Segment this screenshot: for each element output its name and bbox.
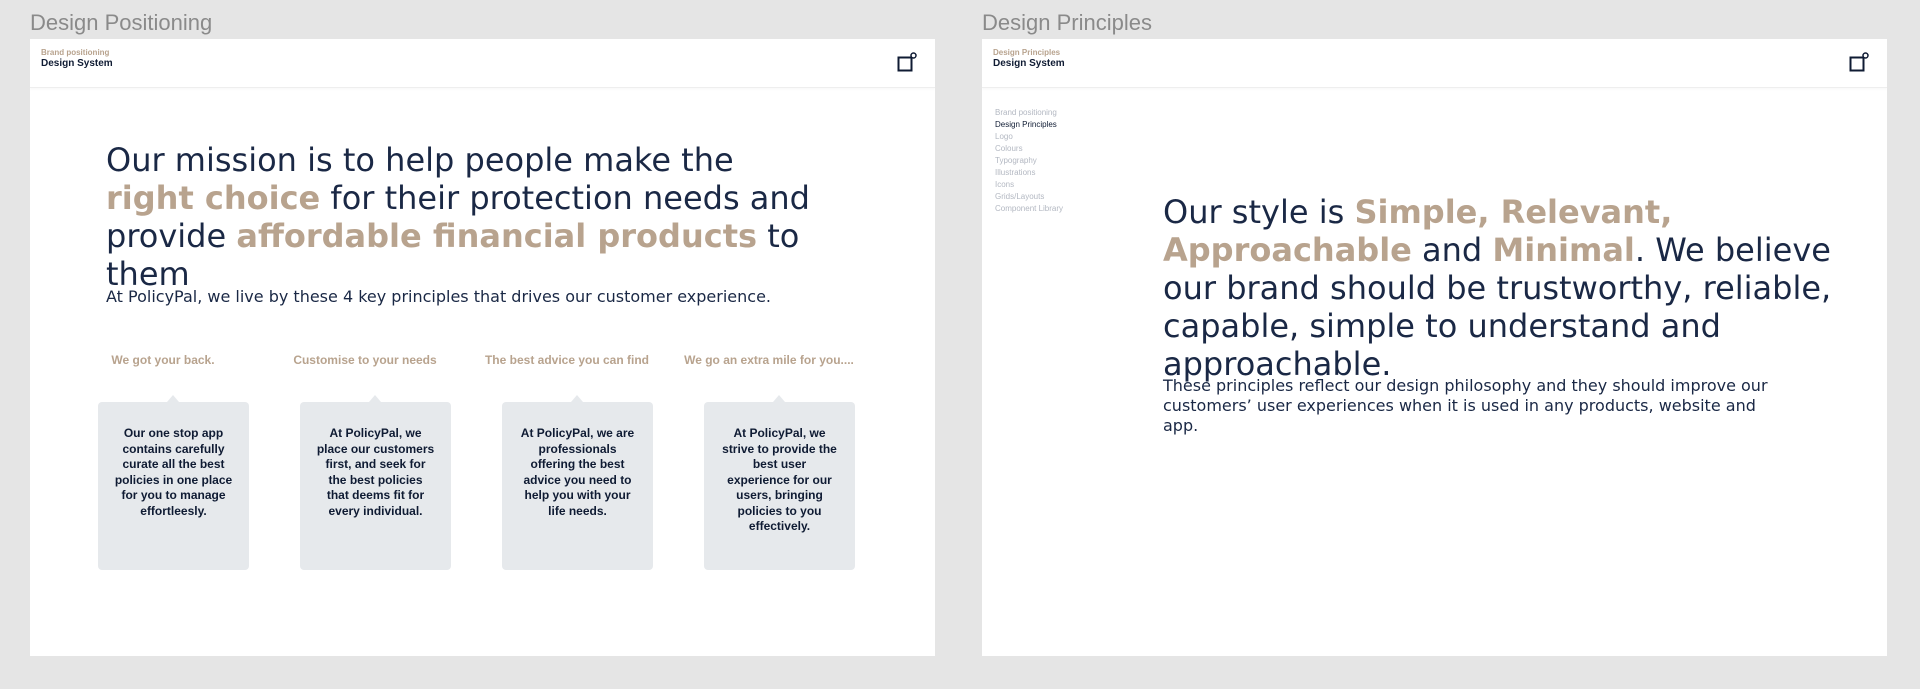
nav-item-typography[interactable]: Typography xyxy=(995,155,1063,167)
style-statement: Our style is Simple, Relevant, Approacha… xyxy=(1163,193,1832,383)
expand-window-icon[interactable] xyxy=(897,52,917,72)
style-accent-minimal: Minimal xyxy=(1492,231,1635,269)
principle-card: Our one stop app contains carefully cura… xyxy=(98,395,249,570)
mission-statement: Our mission is to help people make the r… xyxy=(106,141,810,293)
principle-card-text: At PolicyPal, we strive to provide the b… xyxy=(722,426,837,533)
principle-card-text: Our one stop app contains carefully cura… xyxy=(114,426,233,518)
header-subtitle: Brand positioning xyxy=(41,48,110,57)
frame-title-design-principles[interactable]: Design Principles xyxy=(982,10,1152,36)
nav-item-brand-positioning[interactable]: Brand positioning xyxy=(995,107,1063,119)
nav-item-design-principles[interactable]: Design Principles xyxy=(995,119,1063,131)
frame-design-principles: Design Principles Design System Brand po… xyxy=(982,39,1887,656)
nav-item-colours[interactable]: Colours xyxy=(995,143,1063,155)
principle-card: At PolicyPal, we are professionals offer… xyxy=(502,395,653,570)
principle-title: Customise to your needs xyxy=(293,353,437,367)
nav-item-logo[interactable]: Logo xyxy=(995,131,1063,143)
frame-title-design-positioning[interactable]: Design Positioning xyxy=(30,10,212,36)
principle-card-text: At PolicyPal, we are professionals offer… xyxy=(520,426,635,518)
principles-intro: At PolicyPal, we live by these 4 key pri… xyxy=(106,287,772,306)
frame-header: Design Principles Design System xyxy=(982,39,1887,88)
sidebar-nav: Brand positioning Design Principles Logo… xyxy=(995,107,1063,215)
principle-title: We got your back. xyxy=(111,353,215,367)
nav-item-illustrations[interactable]: Illustrations xyxy=(995,167,1063,179)
nav-item-component-library[interactable]: Component Library xyxy=(995,203,1063,215)
header-subtitle: Design Principles xyxy=(993,48,1061,57)
mission-accent-right-choice: right choice xyxy=(106,179,321,217)
nav-item-icons[interactable]: Icons xyxy=(995,179,1063,191)
header-title: Design System xyxy=(993,58,1065,69)
philosophy-text: These principles reflect our design phil… xyxy=(1163,376,1768,435)
nav-item-grids-layouts[interactable]: Grids/Layouts xyxy=(995,191,1063,203)
principle-title: We go an extra mile for you.... xyxy=(684,353,854,367)
mission-accent-affordable: affordable financial products xyxy=(236,217,758,255)
principle-card-text: At PolicyPal, we place our customers fir… xyxy=(316,426,435,518)
frame-design-positioning: Brand positioning Design System Our miss… xyxy=(30,39,935,656)
expand-window-icon[interactable] xyxy=(1849,52,1869,72)
frame-header: Brand positioning Design System xyxy=(30,39,935,88)
principle-card: At PolicyPal, we place our customers fir… xyxy=(300,395,451,570)
principle-card: At PolicyPal, we strive to provide the b… xyxy=(704,395,855,570)
header-title: Design System xyxy=(41,58,113,69)
principle-title: The best advice you can find xyxy=(484,353,650,367)
